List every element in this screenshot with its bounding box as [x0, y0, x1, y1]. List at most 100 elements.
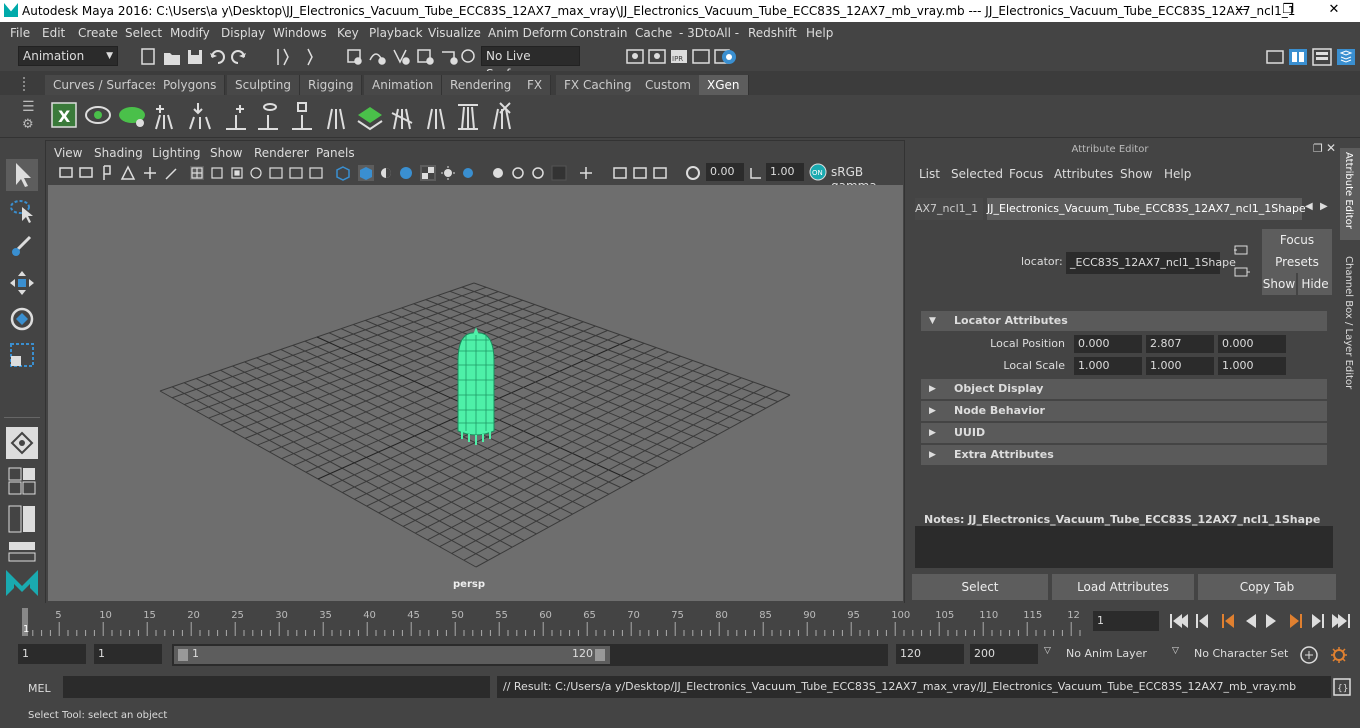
shelf-menu-icon[interactable]: ☰	[22, 99, 35, 115]
exposure-field[interactable]: 0.00	[706, 163, 744, 181]
section-uuid[interactable]: ▶ UUID	[921, 423, 1327, 443]
tab-scroll-left-icon[interactable]: ◀	[1305, 201, 1313, 212]
ae-menu-show[interactable]: Show	[1120, 167, 1152, 181]
local-position-z[interactable]: 0.000	[1218, 335, 1286, 353]
workspace-icons[interactable]	[1265, 46, 1360, 68]
ae-menu-list[interactable]: List	[919, 167, 940, 181]
notes-textarea[interactable]	[915, 526, 1333, 568]
side-by-side-layout-icon[interactable]	[8, 505, 38, 535]
ae-menu-focus[interactable]: Focus	[1009, 167, 1043, 181]
chevron-down-icon[interactable]: ▽	[1172, 646, 1179, 656]
menu-file[interactable]: File	[10, 26, 30, 40]
four-view-layout-icon[interactable]	[8, 467, 38, 497]
ae-tab-transform[interactable]: AX7_ncl1_1	[915, 198, 983, 220]
menu-playback[interactable]: Playback	[369, 26, 423, 40]
presets-button[interactable]: Presets	[1262, 251, 1332, 273]
tab-curves-surfaces[interactable]: Curves / Surfaces	[45, 75, 168, 95]
selection-mask-icons[interactable]	[270, 47, 320, 67]
side-tab-attribute-editor[interactable]: Attribute Editor	[1340, 148, 1360, 240]
lasso-tool[interactable]	[6, 195, 38, 227]
menu-help[interactable]: Help	[806, 26, 833, 40]
select-button[interactable]: Select	[912, 574, 1048, 600]
local-scale-x[interactable]: 1.000	[1074, 357, 1142, 375]
tab-rendering[interactable]: Rendering	[442, 75, 521, 95]
live-surface-field[interactable]: No Live Surface	[481, 46, 580, 81]
mode-dropdown[interactable]: Animation ▼	[18, 46, 118, 66]
scale-tool[interactable]	[6, 339, 38, 371]
tab-polygons[interactable]: Polygons	[155, 75, 226, 95]
viewport-menu-lighting[interactable]: Lighting	[152, 146, 201, 160]
tab-animation[interactable]: Animation	[364, 75, 443, 95]
copy-tab-button[interactable]: Copy Tab	[1198, 574, 1336, 600]
viewport-menu-renderer[interactable]: Renderer	[254, 146, 309, 160]
gamma-field[interactable]: 1.00	[766, 163, 804, 181]
focus-button[interactable]: Focus	[1262, 229, 1332, 251]
move-tool[interactable]	[6, 267, 38, 299]
minimize-button[interactable]: —	[1222, 2, 1262, 20]
shelf-settings-icon[interactable]: ⚙	[22, 117, 34, 132]
ae-menu-attributes[interactable]: Attributes	[1054, 167, 1113, 181]
viewport-menu-shading[interactable]: Shading	[94, 146, 143, 160]
menu-select[interactable]: Select	[125, 26, 162, 40]
section-locator-attributes[interactable]: ▼ Locator Attributes	[921, 311, 1327, 331]
menu-redshift[interactable]: Redshift	[748, 26, 797, 40]
menu-key[interactable]: Key	[337, 26, 359, 40]
ae-menu-help[interactable]: Help	[1164, 167, 1191, 181]
rotate-tool[interactable]	[6, 303, 38, 335]
character-set-dropdown[interactable]: No Character Set	[1190, 644, 1294, 664]
menu-anim-deform[interactable]: Anim Deform	[488, 26, 567, 40]
command-language-toggle[interactable]: MEL	[28, 682, 51, 695]
playback-controls[interactable]	[1166, 612, 1356, 630]
viewport-toolbar-icons[interactable]	[56, 163, 706, 183]
select-tool[interactable]	[6, 159, 38, 191]
command-input[interactable]	[63, 676, 490, 698]
hide-button[interactable]: Hide	[1298, 273, 1332, 295]
animation-start-field[interactable]: 1	[18, 644, 86, 664]
section-extra-attributes[interactable]: ▶ Extra Attributes	[921, 445, 1327, 465]
tab-sculpting[interactable]: Sculpting	[227, 75, 301, 95]
range-slider-handle-bar[interactable]	[174, 646, 610, 664]
local-position-x[interactable]: 0.000	[1074, 335, 1142, 353]
tab-custom[interactable]: Custom	[637, 75, 700, 95]
menu-3dtoall[interactable]: - 3DtoAll -	[679, 26, 739, 40]
tab-fx-caching[interactable]: FX Caching	[556, 75, 641, 95]
side-tab-channel-box[interactable]: Channel Box / Layer Editor	[1340, 254, 1360, 404]
menu-constrain[interactable]: Constrain	[570, 26, 628, 40]
viewport-menu-show[interactable]: Show	[210, 146, 242, 160]
locator-name-field[interactable]: _ECC83S_12AX7_ncl1_1Shape	[1066, 252, 1236, 274]
xgen-shelf-tools[interactable]: X	[48, 99, 528, 133]
ae-tab-shape[interactable]: JJ_Electronics_Vacuum_Tube_ECC83S_12AX7_…	[987, 198, 1306, 220]
menu-create[interactable]: Create	[78, 26, 118, 40]
file-tools-icons[interactable]	[140, 47, 260, 67]
playback-start-field[interactable]: 1	[94, 644, 162, 664]
close-button[interactable]: ✕	[1314, 2, 1354, 20]
load-attributes-button[interactable]: Load Attributes	[1052, 574, 1194, 600]
section-object-display[interactable]: ▶ Object Display	[921, 379, 1327, 399]
local-position-y[interactable]: 2.807	[1146, 335, 1214, 353]
script-editor-icon[interactable]: {}	[1333, 678, 1353, 698]
current-frame-field[interactable]: 1	[1093, 611, 1159, 631]
tab-fx[interactable]: FX	[519, 75, 552, 95]
outliner-layout-icon[interactable]	[8, 541, 38, 563]
viewport-menu-panels[interactable]: Panels	[316, 146, 355, 160]
float-panel-icon[interactable]: ❐	[1313, 142, 1323, 155]
ae-menu-selected[interactable]: Selected	[951, 167, 1003, 181]
menu-windows[interactable]: Windows	[273, 26, 327, 40]
node-nav-icons[interactable]	[1233, 242, 1251, 282]
menu-display[interactable]: Display	[221, 26, 265, 40]
animation-end-field[interactable]: 200	[970, 644, 1038, 664]
range-slider[interactable]: 1 120	[172, 644, 888, 666]
tab-scroll-right-icon[interactable]: ▶	[1320, 201, 1328, 212]
range-start-handle[interactable]	[178, 649, 188, 661]
tab-rigging[interactable]: Rigging	[300, 75, 363, 95]
show-button[interactable]: Show	[1262, 273, 1296, 295]
render-tools-icons[interactable]: IPR	[625, 46, 745, 68]
menu-visualize[interactable]: Visualize	[428, 26, 481, 40]
color-management-toggle-icon[interactable]: ON	[808, 162, 828, 182]
menu-modify[interactable]: Modify	[170, 26, 210, 40]
anim-prefs-icons[interactable]	[1299, 644, 1355, 666]
paint-select-tool[interactable]	[6, 231, 38, 263]
anim-layer-dropdown[interactable]: No Anim Layer	[1062, 644, 1162, 664]
restore-button[interactable]: ❐	[1268, 2, 1308, 20]
time-slider-track[interactable]: 5 10 15 20 25 30 35 40 45 50 55 60 65 70 75 80 85 90 95 100…	[18, 608, 1084, 636]
